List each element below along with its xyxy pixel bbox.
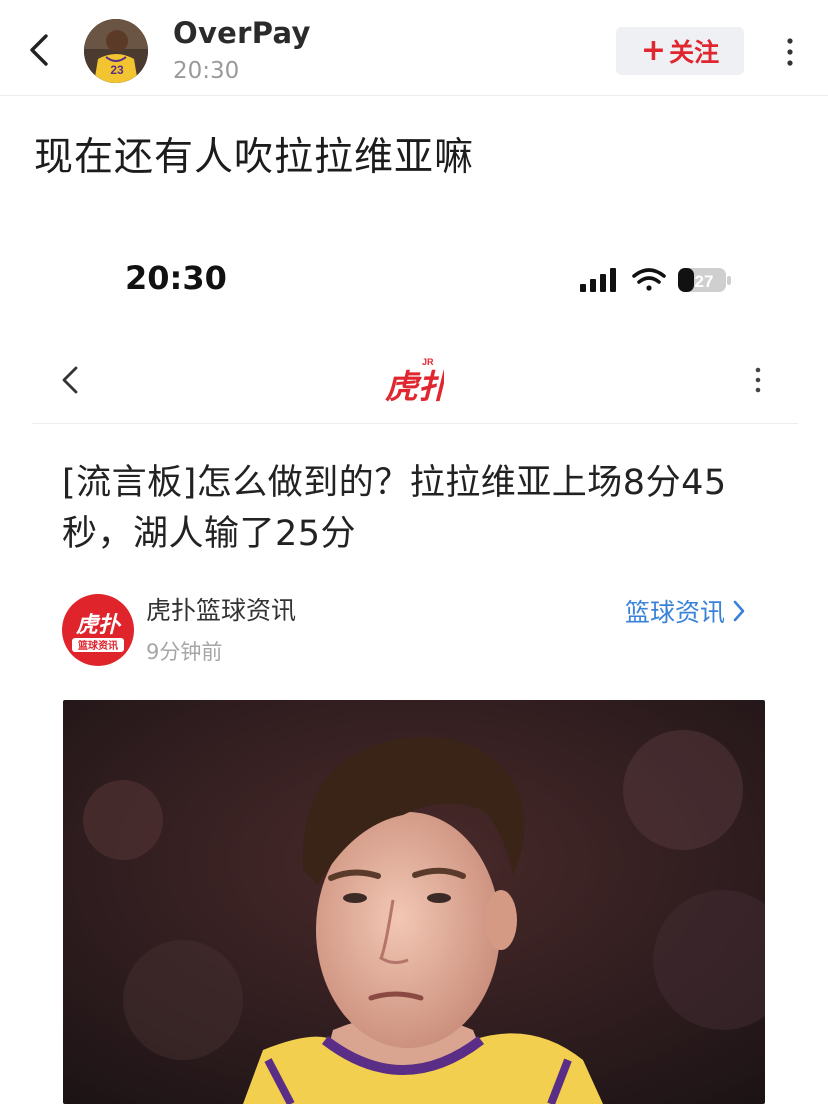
category-link[interactable]: 篮球资讯 bbox=[625, 593, 747, 629]
battery-icon: 27 bbox=[678, 268, 731, 292]
inner-more-vertical-icon[interactable] bbox=[748, 364, 768, 398]
chevron-right-icon bbox=[733, 600, 745, 622]
follow-button[interactable]: + 关注 bbox=[616, 27, 744, 75]
status-icons: 27 bbox=[580, 268, 731, 292]
signal-icon bbox=[580, 268, 616, 292]
avatar[interactable]: 23 bbox=[84, 19, 148, 83]
divider bbox=[32, 423, 798, 424]
svg-text:虎扑: 虎扑 bbox=[385, 367, 444, 406]
player-photo bbox=[63, 700, 765, 1104]
svg-text:虎扑: 虎扑 bbox=[76, 613, 122, 638]
svg-text:篮球资讯: 篮球资讯 bbox=[77, 639, 118, 652]
article-photo[interactable] bbox=[63, 700, 765, 1104]
category-link-label: 篮球资讯 bbox=[625, 598, 726, 627]
source-time: 9分钟前 bbox=[146, 640, 223, 664]
post-header: 23 OverPay 20:30 + 关注 bbox=[0, 0, 828, 96]
svg-text:27: 27 bbox=[695, 272, 714, 291]
post-time: 20:30 bbox=[173, 58, 240, 84]
svg-text:JR: JR bbox=[422, 357, 434, 367]
source-logo[interactable]: 虎扑 篮球资讯 bbox=[62, 594, 134, 666]
post-title: 现在还有人吹拉拉维亚嘛 bbox=[34, 135, 475, 180]
back-arrow-icon[interactable] bbox=[24, 32, 56, 68]
avatar-image: 23 bbox=[84, 19, 148, 83]
source-name[interactable]: 虎扑篮球资讯 bbox=[146, 591, 296, 627]
more-vertical-icon[interactable] bbox=[778, 34, 802, 70]
username[interactable]: OverPay bbox=[173, 16, 311, 50]
follow-label: 关注 bbox=[669, 38, 720, 67]
hupu-logo: 虎扑 JR bbox=[384, 354, 454, 406]
plus-icon: + bbox=[640, 33, 667, 68]
status-bar-time: 20:30 bbox=[125, 259, 227, 297]
wifi-icon bbox=[632, 268, 666, 291]
article-title[interactable]: [流言板]怎么做到的？拉拉维亚上场8分45秒，湖人输了25分 bbox=[62, 458, 762, 560]
svg-text:23: 23 bbox=[110, 63, 124, 77]
inner-back-arrow-icon[interactable] bbox=[58, 362, 84, 398]
